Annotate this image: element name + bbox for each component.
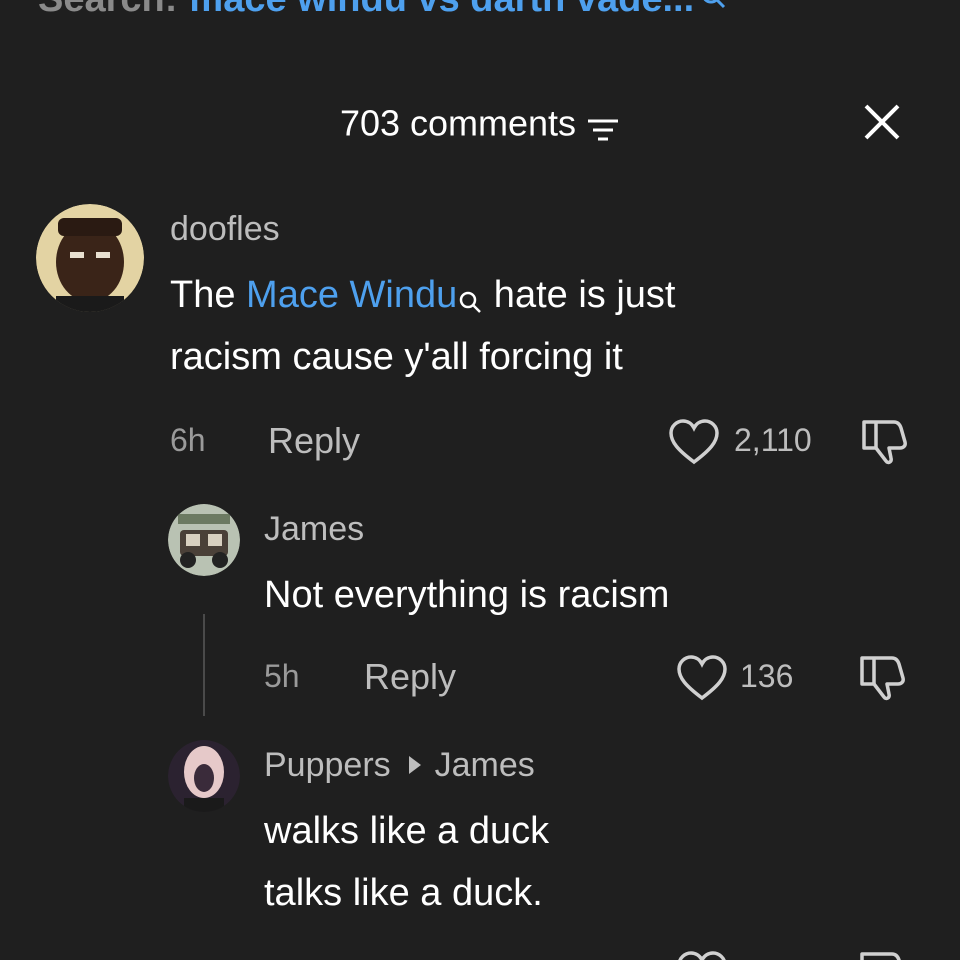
close-icon[interactable] [860,100,904,144]
heart-icon[interactable] [676,950,728,960]
dislike-icon[interactable] [858,416,910,468]
heart-icon[interactable] [668,418,720,466]
dislike-icon[interactable] [856,652,908,704]
comment-timestamp: 6h [170,422,206,458]
reply-to-arrow-icon [408,756,421,775]
search-icon[interactable] [698,0,728,9]
like-count: 2,110 [734,422,812,458]
comment-text: The Mace Windu hate is just [170,264,675,326]
search-bar[interactable]: Search: mace windu vs darth vade... [38,0,728,28]
avatar[interactable] [36,204,144,312]
dislike-icon[interactable] [856,948,908,960]
reply-username[interactable]: Puppers [264,746,391,784]
comment-username[interactable]: doofles [170,210,280,249]
search-query[interactable]: mace windu vs darth vade... [189,0,694,20]
reply-to-username[interactable]: James [435,746,535,784]
comment-text-segment: hate is just [483,274,676,316]
comments-header: 703 comments [0,100,960,144]
reply-text-line: talks like a duck. [264,872,543,914]
reply-button[interactable]: Reply [364,656,456,698]
comment-text-line: racism cause y'all forcing it [170,336,623,378]
search-link-term[interactable]: Mace Windu [246,274,457,316]
avatar[interactable] [168,504,240,576]
avatar[interactable] [168,740,240,812]
comment-text-segment: The [170,274,247,316]
search-link-icon[interactable] [457,272,483,313]
reply-text-line: walks like a duck [264,810,550,852]
thread-line [203,614,205,716]
reply-username-line: Puppers James [264,746,535,785]
comments-count: 703 comments [339,102,577,144]
heart-icon[interactable] [676,654,728,702]
search-prefix: Search: [38,0,177,20]
reply-username[interactable]: James [264,510,364,549]
reply-timestamp: 5h [264,658,300,694]
reply-text: Not everything is racism [264,574,670,616]
like-count: 136 [740,658,794,694]
filter-icon[interactable] [586,110,620,141]
reply-button[interactable]: Reply [268,420,360,462]
